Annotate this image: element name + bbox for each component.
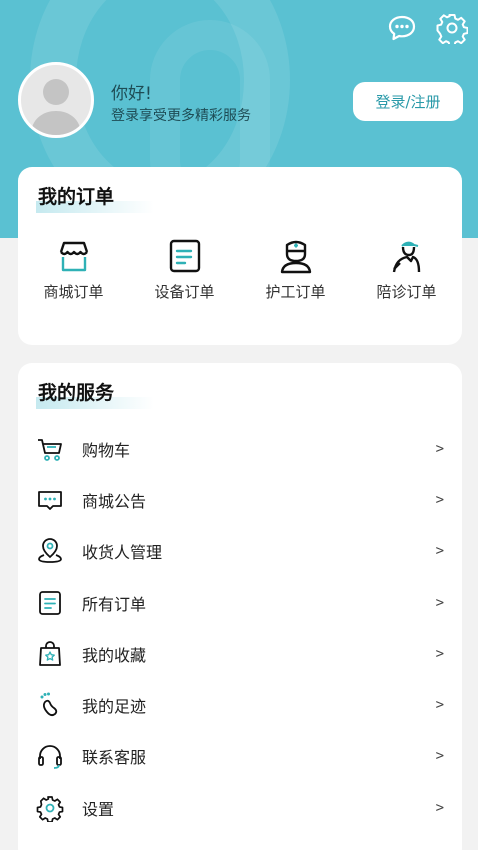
my-services-title: 我的服务 (36, 378, 155, 409)
default-avatar-icon (31, 79, 81, 135)
service-item-label: 收货人管理 (82, 543, 163, 563)
service-item-label: 我的足迹 (82, 697, 147, 717)
list-icon (39, 590, 61, 615)
service-item-label: 所有订单 (82, 594, 147, 614)
my-services-card: 我的服务 购物车 > 商城公告 > 收货人管理 > 所有订单 > 我的收藏 > … (18, 363, 462, 850)
message-icon (38, 491, 62, 510)
document-icon (169, 239, 200, 273)
service-item-cart[interactable]: 购物车 > (18, 423, 462, 474)
footprint-icon (40, 692, 58, 717)
chevron-right-icon: > (435, 440, 444, 457)
favorite-bag-icon (39, 640, 61, 666)
order-item-escort[interactable]: 陪诊订单 (351, 237, 462, 302)
service-item-label: 设置 (82, 799, 115, 819)
nurse-icon (280, 240, 311, 274)
chevron-right-icon: > (435, 748, 444, 765)
service-item-consignee[interactable]: 收货人管理 > (18, 526, 462, 577)
order-item-label: 陪诊订单 (376, 283, 437, 301)
greeting-text: 你好! (111, 84, 152, 104)
service-item-label: 商城公告 (82, 491, 147, 511)
chevron-right-icon: > (435, 799, 444, 816)
order-item-label: 商城订单 (43, 283, 104, 301)
settings-gear-icon[interactable] (436, 12, 468, 44)
chevron-right-icon: > (435, 543, 444, 560)
gear-icon (36, 795, 64, 822)
orders-row: 商城订单 设备订单 护工订单 陪诊订单 (18, 237, 462, 302)
top-icons (386, 12, 468, 44)
chevron-right-icon: > (435, 697, 444, 714)
order-item-label: 护工订单 (265, 283, 326, 301)
location-icon (38, 538, 62, 564)
service-item-announcement[interactable]: 商城公告 > (18, 474, 462, 525)
headset-icon (38, 745, 62, 770)
login-register-button[interactable]: 登录/注册 (353, 82, 463, 121)
order-item-label: 设备订单 (154, 283, 215, 301)
order-item-shop[interactable]: 商城订单 (18, 237, 129, 302)
service-item-customer-service[interactable]: 联系客服 > (18, 731, 462, 782)
services-list: 购物车 > 商城公告 > 收货人管理 > 所有订单 > 我的收藏 > 我的足迹 … (18, 423, 462, 833)
greeting-subtitle: 登录享受更多精彩服务 (111, 108, 251, 124)
my-orders-card: 我的订单 商城订单 设备订单 护工订单 陪诊订单 (18, 167, 462, 345)
service-item-settings[interactable]: 设置 > (18, 782, 462, 833)
order-item-nurse[interactable]: 护工订单 (240, 237, 351, 302)
avatar[interactable] (18, 62, 94, 138)
service-item-label: 我的收藏 (82, 645, 147, 665)
service-item-favorites[interactable]: 我的收藏 > (18, 628, 462, 679)
escort-icon (392, 241, 420, 273)
service-item-all-orders[interactable]: 所有订单 > (18, 577, 462, 628)
service-item-footprint[interactable]: 我的足迹 > (18, 679, 462, 730)
chat-icon[interactable] (386, 12, 418, 44)
service-item-label: 购物车 (82, 440, 131, 460)
chevron-right-icon: > (435, 594, 444, 611)
shop-icon (59, 241, 88, 272)
cart-icon (38, 438, 62, 461)
chevron-right-icon: > (435, 491, 444, 508)
service-item-label: 联系客服 (82, 748, 147, 768)
order-item-device[interactable]: 设备订单 (129, 237, 240, 302)
chevron-right-icon: > (435, 645, 444, 662)
my-orders-title: 我的订单 (36, 182, 155, 213)
